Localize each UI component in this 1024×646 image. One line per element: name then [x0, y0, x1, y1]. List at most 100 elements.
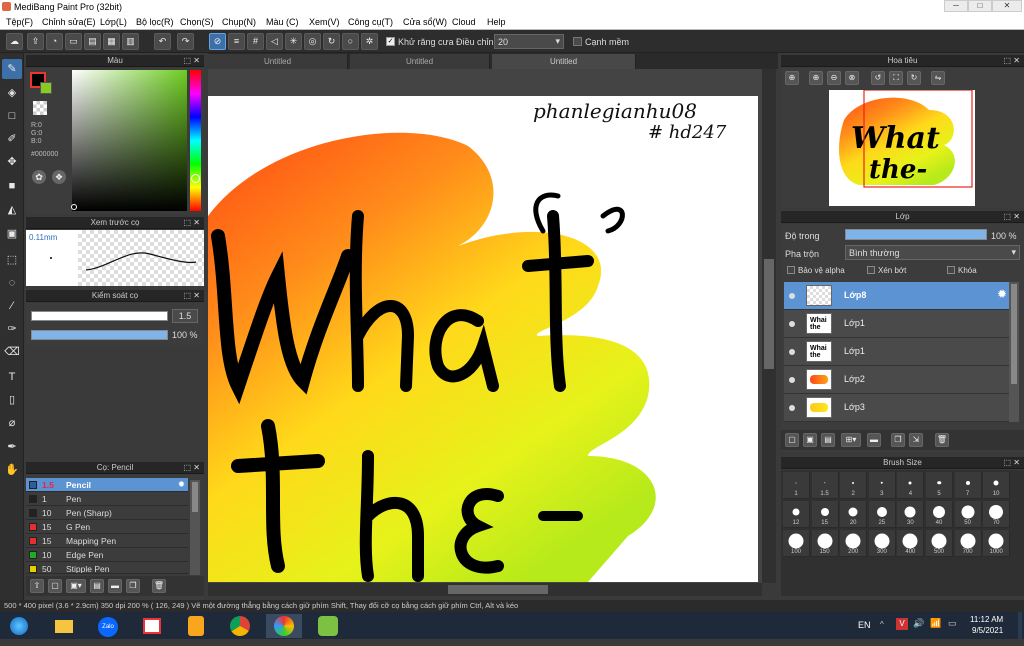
wifi-icon[interactable]: 📶: [930, 618, 941, 629]
eye-icon[interactable]: [789, 321, 795, 327]
chrome-icon[interactable]: [222, 614, 258, 638]
brush-size-cell[interactable]: 50: [954, 501, 982, 528]
color-picker-icon[interactable]: ❖: [52, 170, 66, 184]
menu-cloud[interactable]: Cloud: [452, 17, 476, 27]
new-layer-icon[interactable]: ▢: [785, 433, 799, 447]
menu-file[interactable]: Tệp(F): [6, 17, 33, 27]
dropper-icon[interactable]: ✒: [2, 437, 22, 457]
tab-untitled-3[interactable]: Untitled: [492, 54, 636, 69]
close-icon[interactable]: ⬚ ✕: [184, 462, 200, 474]
lock-checkbox[interactable]: [947, 266, 955, 274]
brush-size-cell[interactable]: 700: [954, 530, 982, 557]
brush-size-cell[interactable]: 12: [783, 501, 810, 528]
brush-item-stipple-pen[interactable]: 50 Stipple Pen: [26, 562, 188, 574]
layer-row[interactable]: Whai the Lớp1: [784, 338, 1009, 366]
settings-icon[interactable]: ✲: [361, 33, 378, 50]
menu-color[interactable]: Màu (C): [266, 17, 299, 27]
brush-opacity-slider[interactable]: [31, 330, 168, 340]
brush-size-cell[interactable]: 15: [811, 501, 839, 528]
trash-icon[interactable]: 🗑: [152, 579, 166, 593]
zalo-icon[interactable]: Zalo: [90, 614, 126, 638]
snap-ellipse-icon[interactable]: ○: [342, 33, 359, 50]
paint-app-icon[interactable]: [310, 614, 346, 638]
share-icon[interactable]: ⇪: [27, 33, 44, 50]
redo-icon[interactable]: ↷: [177, 33, 194, 50]
menu-view[interactable]: Xem(V): [309, 17, 340, 27]
duplicate-layer-icon[interactable]: ❐: [891, 433, 905, 447]
saturation-value-box[interactable]: [72, 70, 187, 211]
antialias-checkbox[interactable]: ✓: [386, 37, 395, 46]
brush-size-cell[interactable]: 7: [954, 472, 982, 499]
palette-icon[interactable]: ✿: [32, 170, 46, 184]
brush-list-scrollbar[interactable]: [190, 480, 200, 575]
brush-item-pen-sharp[interactable]: 10 Pen (Sharp): [26, 506, 188, 520]
layer-opacity-slider[interactable]: [845, 229, 987, 240]
maximize-button[interactable]: □: [968, 0, 992, 12]
layout-icon[interactable]: ▥: [122, 33, 139, 50]
tab-untitled-1[interactable]: Untitled: [208, 54, 348, 69]
rotate-right-icon[interactable]: ↻: [907, 71, 921, 85]
close-icon[interactable]: ⬚ ✕: [184, 217, 200, 229]
hue-slider[interactable]: [190, 70, 201, 211]
brush-copy-icon[interactable]: ▤: [90, 579, 104, 593]
gear-icon[interactable]: ✹: [997, 287, 1007, 301]
protect-alpha-checkbox[interactable]: [787, 266, 795, 274]
zoom-fit-icon[interactable]: ⊗: [845, 71, 859, 85]
brush-item-g-pen[interactable]: 15 G Pen: [26, 520, 188, 534]
text-tool-icon[interactable]: T: [2, 367, 22, 387]
rect-tool-icon[interactable]: □: [2, 106, 22, 126]
brush-size-cell[interactable]: 500: [926, 530, 953, 557]
notes-icon[interactable]: [178, 614, 214, 638]
move-tool-icon[interactable]: ✥: [2, 152, 22, 172]
brush-size-cell[interactable]: 4: [897, 472, 925, 499]
layer-row[interactable]: Lớp2: [784, 366, 1009, 394]
layer-scrollbar[interactable]: [1009, 282, 1019, 422]
select-eraser-icon[interactable]: ⌫: [2, 342, 22, 362]
clock-time[interactable]: 11:12 AM: [970, 615, 1003, 624]
menu-edit[interactable]: Chỉnh sửa(E): [42, 17, 96, 27]
brush-size-cell[interactable]: 3: [868, 472, 896, 499]
add-layer-menu-icon[interactable]: ⊞▾: [841, 433, 861, 447]
menu-window[interactable]: Cửa sổ(W): [403, 17, 447, 27]
battery-icon[interactable]: ▭: [948, 618, 957, 629]
brush-folder-icon[interactable]: ▬: [108, 579, 122, 593]
menu-capture[interactable]: Chụp(N): [222, 17, 256, 27]
navigator-thumbnail[interactable]: What the-: [829, 89, 975, 206]
medibang-taskbar-icon[interactable]: [266, 614, 302, 638]
hue-cursor[interactable]: [191, 174, 200, 183]
brush-size-cell[interactable]: 10: [983, 472, 1011, 499]
eyedropper-icon[interactable]: ⌀: [2, 413, 22, 433]
menu-tools[interactable]: Công cụ(T): [348, 17, 393, 27]
bg-color-swatch[interactable]: [40, 82, 52, 94]
drawing-canvas[interactable]: phanlegianhu08 # hd247: [208, 96, 758, 582]
brush-size-cell[interactable]: 400: [897, 530, 925, 557]
select-rect-icon[interactable]: ⬚: [2, 250, 22, 270]
brush-size-slider[interactable]: [31, 311, 168, 321]
volume-icon[interactable]: 🔊: [913, 618, 924, 629]
layer-row[interactable]: Lớp3: [784, 394, 1009, 422]
adjust-select[interactable]: 20 ▾: [494, 34, 564, 49]
snap-parallel-icon[interactable]: ≡: [228, 33, 245, 50]
rotate-left-icon[interactable]: ↺: [871, 71, 885, 85]
gear-icon[interactable]: ✹: [178, 479, 185, 490]
snap-off-icon[interactable]: ⊘: [209, 33, 226, 50]
close-icon[interactable]: ⬚ ✕: [184, 55, 200, 67]
zoom-reset-icon[interactable]: ⊕: [785, 71, 799, 85]
horizontal-scrollbar[interactable]: [208, 583, 762, 596]
layer-row[interactable]: Whai the Lớp1: [784, 310, 1009, 338]
cloud-icon[interactable]: ☁: [6, 33, 23, 50]
pen-tool-icon[interactable]: ✐: [2, 129, 22, 149]
brush-size-cell[interactable]: 30: [897, 501, 925, 528]
close-icon[interactable]: ⬚ ✕: [1004, 211, 1020, 223]
fill-rect-tool-icon[interactable]: ■: [2, 176, 22, 196]
undo-icon[interactable]: ↶: [154, 33, 171, 50]
bucket-tool-icon[interactable]: ◭: [2, 200, 22, 220]
brush-size-cell[interactable]: 40: [926, 501, 953, 528]
flip-icon[interactable]: ⇋: [931, 71, 945, 85]
transparent-swatch[interactable]: [33, 101, 47, 115]
menu-select[interactable]: Chọn(S): [180, 17, 214, 27]
brush-size-cell[interactable]: 20: [840, 501, 868, 528]
soft-edge-checkbox[interactable]: [573, 37, 582, 46]
file-explorer-icon[interactable]: [46, 614, 82, 638]
grid-icon[interactable]: ▦: [103, 33, 120, 50]
